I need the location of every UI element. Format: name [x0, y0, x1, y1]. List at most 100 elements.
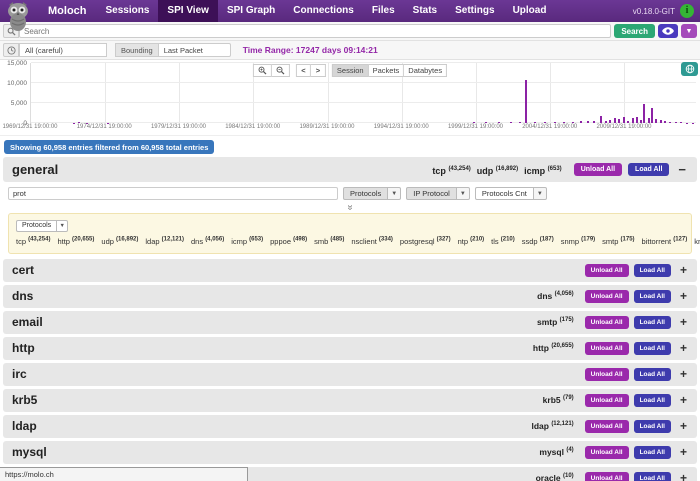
- unload-all-button-oracle[interactable]: Unload All: [584, 471, 629, 481]
- unload-all-button-mysql[interactable]: Unload All: [584, 445, 629, 459]
- expand-toggle-irc[interactable]: +: [680, 367, 687, 381]
- protocol-value-dns[interactable]: dns (4,056): [191, 236, 224, 246]
- load-all-button-ldap[interactable]: Load All: [633, 419, 671, 433]
- caret-down-icon[interactable]: ▼: [388, 187, 402, 200]
- unload-all-button-ldap[interactable]: Unload All: [584, 419, 629, 433]
- nav-item-spi-graph[interactable]: SPI Graph: [218, 0, 284, 22]
- y-axis-tick-label: 15,000: [7, 60, 27, 67]
- chart-bar: [668, 121, 671, 123]
- chart-bar: [647, 118, 650, 123]
- unload-all-button-dns[interactable]: Unload All: [584, 289, 629, 303]
- chart-mode-databytes[interactable]: Databytes: [404, 64, 448, 77]
- protocol-value-ssdp[interactable]: ssdp (187): [522, 236, 554, 246]
- protocol-value-smb[interactable]: smb (485): [314, 236, 344, 246]
- protocol-value-nsclient[interactable]: nsclient (334): [351, 236, 393, 246]
- x-axis-tick-label: 1984/12/31 19:00:00: [225, 124, 281, 130]
- map-toggle-button[interactable]: [681, 62, 698, 76]
- zoom-out-button[interactable]: [271, 64, 290, 77]
- protocol-value-udp[interactable]: udp (16,892): [101, 236, 138, 246]
- brand-moloch[interactable]: Moloch: [38, 5, 97, 17]
- section-badge-oracle: oracle (10): [535, 473, 574, 481]
- general-collapse-toggle[interactable]: −: [678, 162, 686, 177]
- caret-down-icon[interactable]: ▼: [456, 187, 470, 200]
- load-all-button-mysql[interactable]: Load All: [633, 445, 671, 459]
- protocol-value-tcp[interactable]: tcp (43,254): [16, 236, 50, 246]
- protocols-field-label[interactable]: Protocols: [16, 220, 58, 233]
- page: { "navbar": { "brand": "Moloch", "items"…: [0, 0, 700, 481]
- field-button-protocols[interactable]: Protocols: [343, 187, 389, 200]
- chart-bar: [518, 121, 521, 123]
- expand-toggle-mysql[interactable]: +: [680, 445, 687, 459]
- search-button[interactable]: Search: [614, 24, 655, 38]
- expand-toggle-http[interactable]: +: [680, 341, 687, 355]
- browser-status-bar: https://molo.ch: [0, 467, 248, 481]
- field-button-ip-protocol[interactable]: IP Protocol: [406, 187, 457, 200]
- chart-bar: [664, 121, 667, 123]
- moloch-owl-logo: [8, 2, 28, 31]
- protocol-value-pppoe[interactable]: pppoe (498): [270, 236, 307, 246]
- protocol-value-postgresql[interactable]: postgresql (327): [400, 236, 451, 246]
- info-icon[interactable]: i: [680, 4, 694, 18]
- protocol-value-http[interactable]: http (20,655): [57, 236, 94, 246]
- section-controls-krb5: krb5 (79) Unload All Load All +: [543, 393, 697, 407]
- load-all-button-irc[interactable]: Load All: [633, 367, 671, 381]
- nav-item-sessions[interactable]: Sessions: [97, 0, 159, 22]
- time-range-select[interactable]: All (careful): [19, 43, 107, 57]
- pan-left-button[interactable]: <: [295, 64, 311, 77]
- caret-down-icon[interactable]: ▼: [533, 187, 547, 200]
- general-unload-all-button[interactable]: Unload All: [573, 163, 623, 176]
- protocol-value-smtp[interactable]: smtp (175): [602, 236, 634, 246]
- protocol-value-ldap[interactable]: ldap (12,121): [145, 236, 184, 246]
- eye-button[interactable]: [658, 24, 678, 38]
- protocol-value-bittorrent[interactable]: bittorrent (127): [642, 236, 688, 246]
- load-all-button-dns[interactable]: Load All: [633, 289, 671, 303]
- load-all-button-cert[interactable]: Load All: [633, 263, 671, 277]
- expand-toggle-dns[interactable]: +: [680, 289, 687, 303]
- unload-all-button-krb5[interactable]: Unload All: [584, 393, 629, 407]
- expand-toggle-ldap[interactable]: +: [680, 419, 687, 433]
- general-load-all-button[interactable]: Load All: [628, 163, 670, 176]
- expand-toggle-email[interactable]: +: [680, 315, 687, 329]
- section-title-ldap: ldap: [12, 419, 37, 433]
- protocol-value-tls[interactable]: tls (210): [491, 236, 515, 246]
- nav-item-connections[interactable]: Connections: [284, 0, 363, 22]
- chart-mode-session[interactable]: Session: [331, 64, 369, 77]
- bounding-select[interactable]: Last Packet: [158, 43, 231, 57]
- expand-toggle-krb5[interactable]: +: [680, 393, 687, 407]
- nav-item-settings[interactable]: Settings: [446, 0, 503, 22]
- unload-all-button-email[interactable]: Unload All: [584, 315, 629, 329]
- pan-right-button[interactable]: >: [310, 64, 326, 77]
- section-cert: cert Unload All Load All +: [3, 258, 697, 282]
- section-controls-dns: dns (4,056) Unload All Load All +: [537, 289, 697, 303]
- search-input[interactable]: [19, 24, 612, 38]
- unload-all-button-cert[interactable]: Unload All: [584, 263, 629, 277]
- search-options-caret-button[interactable]: ▼: [681, 24, 697, 38]
- chart-bar: [592, 121, 595, 123]
- nav-item-stats[interactable]: Stats: [404, 0, 446, 22]
- load-all-button-email[interactable]: Load All: [633, 315, 671, 329]
- nav-item-spi-view[interactable]: SPI View: [158, 0, 218, 22]
- gridline: [31, 102, 696, 104]
- load-all-button-http[interactable]: Load All: [633, 341, 671, 355]
- field-button-protocols-cnt[interactable]: Protocols Cnt: [474, 187, 534, 200]
- chart-mode-packets[interactable]: Packets: [368, 64, 405, 77]
- protocol-value-ntp[interactable]: ntp (210): [458, 236, 485, 246]
- chart-bar: [613, 117, 616, 123]
- nav-item-upload[interactable]: Upload: [504, 0, 556, 22]
- chevron-double-down-icon[interactable]: »: [345, 205, 356, 211]
- protocol-value-icmp[interactable]: icmp (653): [231, 236, 263, 246]
- unload-all-button-irc[interactable]: Unload All: [584, 367, 629, 381]
- protocols-field-dropdown[interactable]: Protocols ▼: [16, 220, 69, 233]
- protocol-value-snmp[interactable]: snmp (179): [561, 236, 595, 246]
- load-all-button-krb5[interactable]: Load All: [633, 393, 671, 407]
- chart-bar: [643, 103, 646, 123]
- zoom-in-button[interactable]: [252, 64, 272, 77]
- expand-toggle-oracle[interactable]: +: [680, 471, 687, 481]
- protocols-panel: Protocols ▼ tcp (43,254) http (20,655) udp…: [8, 213, 700, 254]
- unload-all-button-http[interactable]: Unload All: [584, 341, 629, 355]
- expand-toggle-cert[interactable]: +: [680, 263, 687, 277]
- nav-item-files[interactable]: Files: [363, 0, 404, 22]
- field-filter-input[interactable]: [8, 187, 338, 200]
- load-all-button-oracle[interactable]: Load All: [633, 471, 671, 481]
- protocol-value-krb5[interactable]: krb5 (79): [694, 237, 700, 246]
